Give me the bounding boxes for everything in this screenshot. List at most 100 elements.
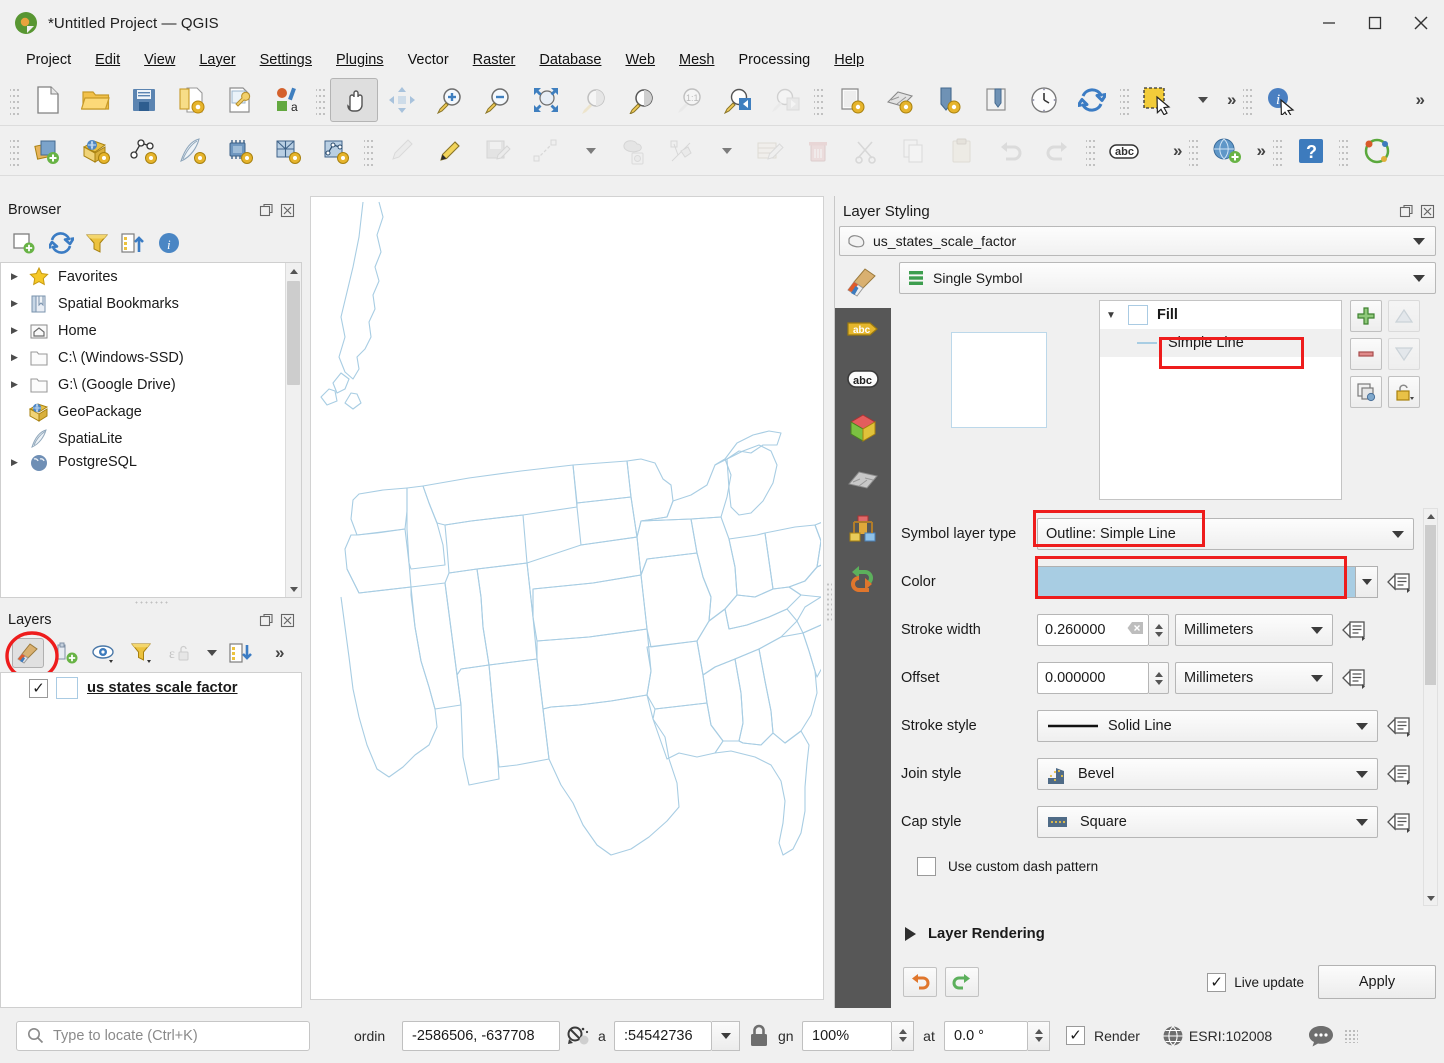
list-item[interactable]: ▶ Favorites xyxy=(1,263,301,290)
current-edits-icon[interactable] xyxy=(378,129,426,173)
remove-symbol-layer-icon[interactable] xyxy=(1350,338,1382,370)
zoom-to-layer-icon[interactable] xyxy=(618,78,666,122)
identify-features-icon[interactable]: i xyxy=(1257,78,1305,122)
copy-features-icon[interactable] xyxy=(890,129,938,173)
stroke-style-combo[interactable]: Solid Line xyxy=(1037,710,1378,742)
scale-input[interactable]: :54542736 xyxy=(614,1021,712,1051)
locate-bar[interactable]: Type to locate (Ctrl+K) xyxy=(16,1021,310,1051)
vertex-tool-caret[interactable] xyxy=(706,129,746,173)
lock-scale-icon[interactable] xyxy=(740,1024,778,1048)
chevron-down-icon[interactable] xyxy=(1311,627,1323,634)
menu-database[interactable]: Database xyxy=(527,50,613,70)
new-virtual-layer-icon[interactable] xyxy=(312,129,360,173)
zoom-to-selection-icon[interactable] xyxy=(570,78,618,122)
dock-close-icon[interactable] xyxy=(1418,202,1436,220)
chevron-down-icon[interactable] xyxy=(1356,723,1368,730)
chevron-down-icon[interactable] xyxy=(1311,675,1323,682)
lock-icon[interactable] xyxy=(1388,376,1420,408)
zoom-in-icon[interactable] xyxy=(426,78,474,122)
pan-map-icon[interactable] xyxy=(330,78,378,122)
rotation-input[interactable]: 0.0 ° xyxy=(944,1021,1028,1051)
offset-unit-combo[interactable]: Millimeters xyxy=(1175,662,1333,694)
data-defined-override-icon[interactable] xyxy=(1339,615,1369,645)
menu-plugins[interactable]: Plugins xyxy=(324,50,396,70)
zoom-native-icon[interactable]: 1:1 xyxy=(666,78,714,122)
list-item[interactable]: ▶ G:\ (Google Drive) xyxy=(1,371,301,398)
dock-float-icon[interactable] xyxy=(257,611,275,629)
select-dropdown-caret[interactable] xyxy=(1182,78,1222,122)
scroll-thumb[interactable] xyxy=(287,281,300,385)
list-item[interactable]: ▶ Spatial Bookmarks xyxy=(1,290,301,317)
menu-edit[interactable]: Edit xyxy=(83,50,132,70)
color-swatch-button[interactable] xyxy=(1037,566,1356,598)
maximize-icon[interactable] xyxy=(1352,0,1398,46)
symbol-layer-enabled-checkbox[interactable] xyxy=(1128,305,1148,325)
canvas-resize-grip[interactable] xyxy=(826,582,832,622)
layer-selector-combo[interactable]: us_states_scale_factor xyxy=(839,226,1436,256)
offset-input[interactable]: 0.000000 xyxy=(1037,662,1149,694)
expand-arrow-icon[interactable]: ▶ xyxy=(11,298,27,309)
panel-splitter[interactable] xyxy=(0,598,302,606)
toggle-extents-icon[interactable] xyxy=(560,1024,598,1048)
zoom-full-icon[interactable] xyxy=(522,78,570,122)
label-icon[interactable]: abc xyxy=(1100,129,1148,173)
menu-raster[interactable]: Raster xyxy=(461,50,528,70)
add-symbol-layer-icon[interactable] xyxy=(1350,300,1382,332)
layer-name-label[interactable]: us states scale factor xyxy=(87,680,238,696)
live-update-checkbox[interactable]: ✓ xyxy=(1207,973,1226,992)
refresh-icon[interactable] xyxy=(46,229,76,257)
filter-browser-icon[interactable] xyxy=(82,229,112,257)
color-dropdown-caret[interactable] xyxy=(1356,566,1378,598)
menu-help[interactable]: Help xyxy=(822,50,876,70)
toolbar-grip[interactable] xyxy=(1273,136,1283,166)
clear-value-icon[interactable] xyxy=(1127,621,1144,639)
expand-arrow-icon[interactable]: ▶ xyxy=(11,325,27,336)
menu-view[interactable]: View xyxy=(132,50,187,70)
refresh-icon[interactable] xyxy=(1068,78,1116,122)
new-vector-layer-icon[interactable] xyxy=(120,129,168,173)
new-map-view-icon[interactable] xyxy=(828,78,876,122)
dock-float-icon[interactable] xyxy=(1397,202,1415,220)
manage-visibility-icon[interactable] xyxy=(90,639,120,667)
new-raster-layer-icon[interactable] xyxy=(264,129,312,173)
list-item[interactable]: GeoPackage xyxy=(1,398,301,425)
symbol-layer-row-fill[interactable]: ▼ Fill xyxy=(1100,301,1341,329)
add-line-caret[interactable] xyxy=(570,129,610,173)
new-3d-map-view-icon[interactable] xyxy=(876,78,924,122)
zoom-out-icon[interactable] xyxy=(474,78,522,122)
expand-arrow-icon[interactable]: ▶ xyxy=(11,352,27,363)
dock-close-icon[interactable] xyxy=(278,201,296,219)
redo-icon[interactable] xyxy=(1034,129,1082,173)
cut-features-icon[interactable] xyxy=(842,129,890,173)
dock-close-icon[interactable] xyxy=(278,611,296,629)
toolbar-overflow-2[interactable]: » xyxy=(1411,90,1428,110)
crs-value[interactable]: ESRI:102008 xyxy=(1189,1028,1272,1044)
window-resize-grip[interactable] xyxy=(1344,1029,1358,1043)
expand-arrow-icon[interactable]: ▶ xyxy=(11,271,27,282)
expand-all-icon[interactable] xyxy=(226,639,256,667)
expand-arrow-icon[interactable] xyxy=(905,927,916,941)
save-layer-edits-icon[interactable] xyxy=(474,129,522,173)
dock-float-icon[interactable] xyxy=(257,201,275,219)
labels-tab-icon[interactable]: abc xyxy=(841,312,885,346)
messages-icon[interactable] xyxy=(1308,1024,1334,1048)
help-icon[interactable]: ? xyxy=(1287,129,1335,173)
toolbar-grip[interactable] xyxy=(1120,85,1130,115)
add-layers-icon[interactable] xyxy=(10,229,40,257)
scroll-down-icon[interactable] xyxy=(1424,891,1437,905)
scale-dropdown-caret[interactable] xyxy=(712,1021,740,1051)
project-properties-icon[interactable] xyxy=(216,78,264,122)
paste-features-icon[interactable] xyxy=(938,129,986,173)
chevron-down-icon[interactable] xyxy=(1413,238,1425,245)
render-checkbox[interactable]: ✓ xyxy=(1066,1026,1085,1045)
toolbar-overflow-4[interactable]: » xyxy=(1251,141,1268,161)
modify-attributes-icon[interactable] xyxy=(746,129,794,173)
data-defined-override-icon[interactable] xyxy=(1384,567,1414,597)
save-project-as-icon[interactable] xyxy=(168,78,216,122)
toolbar-grip[interactable] xyxy=(316,85,326,115)
stroke-width-stepper[interactable] xyxy=(1149,614,1169,646)
join-style-combo[interactable]: Bevel xyxy=(1037,758,1378,790)
data-defined-override-icon[interactable] xyxy=(1384,711,1414,741)
list-item[interactable]: ▶ C:\ (Windows-SSD) xyxy=(1,344,301,371)
properties-icon[interactable]: i xyxy=(154,229,184,257)
